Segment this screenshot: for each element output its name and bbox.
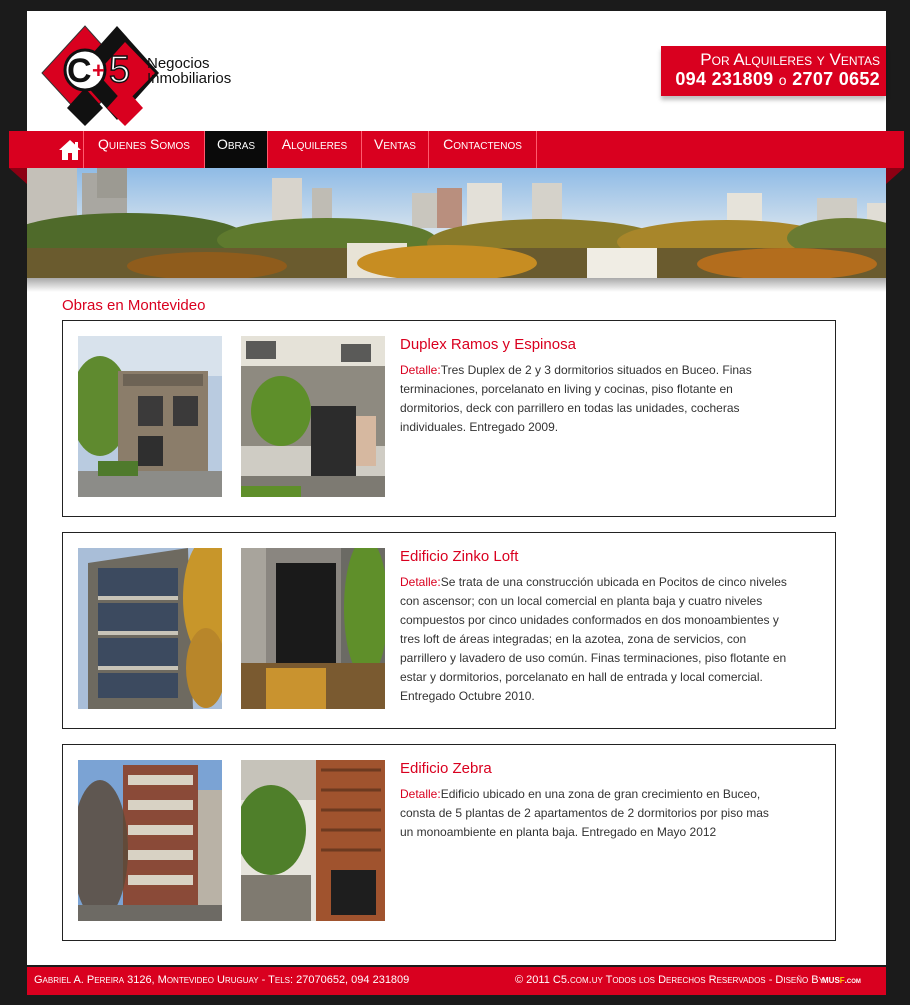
svg-text:5: 5 xyxy=(109,49,130,91)
nav-fold-left xyxy=(9,168,27,184)
site-footer: Gabriel A. Pereira 3126, Montevideo Urug… xyxy=(27,967,886,995)
site-logo[interactable]: C 5 + Negocios Inmobiliarios xyxy=(37,18,237,130)
project-photo[interactable] xyxy=(78,548,222,709)
home-icon xyxy=(58,139,81,160)
project-card: Duplex Ramos y Espinosa Detalle:Tres Dup… xyxy=(62,320,836,517)
project-card: Edificio Zinko Loft Detalle:Se trata de … xyxy=(62,532,836,729)
nav-item-quienes-somos[interactable]: Quienes Somos xyxy=(83,131,204,168)
nav-item-obras[interactable]: Obras xyxy=(204,131,267,168)
phone-number-b: 2707 0652 xyxy=(792,69,880,89)
nav-item-contactenos[interactable]: Contactenos xyxy=(428,131,536,168)
hero-banner-image xyxy=(27,168,886,278)
project-photo[interactable] xyxy=(241,548,385,709)
project-title: Edificio Zebra xyxy=(400,760,492,777)
footer-copyright: © 2011 C5.com.uy Todos los Derechos Rese… xyxy=(515,974,824,986)
logo-text: Negocios Inmobiliarios xyxy=(147,56,231,86)
phone-numbers: 094 231809 o 2707 0652 xyxy=(661,69,880,90)
main-nav: Quienes Somos Obras Alquileres Ventas Co… xyxy=(9,131,904,168)
project-title: Duplex Ramos y Espinosa xyxy=(400,336,576,353)
section-title: Obras en Montevideo xyxy=(62,297,206,314)
detail-label: Detalle: xyxy=(400,363,441,377)
nav-item-alquileres[interactable]: Alquileres xyxy=(267,131,361,168)
detail-label: Detalle: xyxy=(400,787,441,801)
logo-line1: Negocios xyxy=(147,55,210,72)
project-photo[interactable] xyxy=(241,760,385,921)
phone-number-a: 094 231809 xyxy=(675,69,774,89)
svg-text:C: C xyxy=(67,52,92,90)
city-skyline-image xyxy=(27,168,886,278)
project-description: Detalle:Edificio ubicado en una zona de … xyxy=(400,785,780,842)
footer-address: Gabriel A. Pereira 3126, Montevideo Urug… xyxy=(34,974,410,986)
project-title: Edificio Zinko Loft xyxy=(400,548,519,565)
project-description: Detalle:Se trata de una construcción ubi… xyxy=(400,573,790,706)
detail-label: Detalle: xyxy=(400,575,441,589)
designer-logo[interactable]: musf.com xyxy=(822,972,861,986)
project-detail: Edificio ubicado en una zona de gran cre… xyxy=(400,787,769,839)
project-photo[interactable] xyxy=(78,760,222,921)
brand-part-c: .com xyxy=(844,976,861,985)
nav-divider xyxy=(536,131,537,168)
project-detail: Tres Duplex de 2 y 3 dormitorios situado… xyxy=(400,363,752,434)
nav-fold-right xyxy=(886,168,904,184)
project-photo[interactable] xyxy=(78,336,222,497)
hero-shadow xyxy=(27,278,886,292)
phone-banner: Por Alquileres y Ventas 094 231809 o 270… xyxy=(661,46,886,96)
phone-banner-title: Por Alquileres y Ventas xyxy=(700,50,880,69)
project-description: Detalle:Tres Duplex de 2 y 3 dormitorios… xyxy=(400,361,780,437)
project-detail: Se trata de una construcción ubicada en … xyxy=(400,575,787,703)
nav-item-ventas[interactable]: Ventas xyxy=(361,131,428,168)
logo-line2: Inmobiliarios xyxy=(147,70,232,87)
phone-or: o xyxy=(778,72,787,88)
project-photo[interactable] xyxy=(241,336,385,497)
brand-part-a: mus xyxy=(822,972,840,986)
svg-text:+: + xyxy=(92,58,105,83)
project-card: Edificio Zebra Detalle:Edificio ubicado … xyxy=(62,744,836,941)
